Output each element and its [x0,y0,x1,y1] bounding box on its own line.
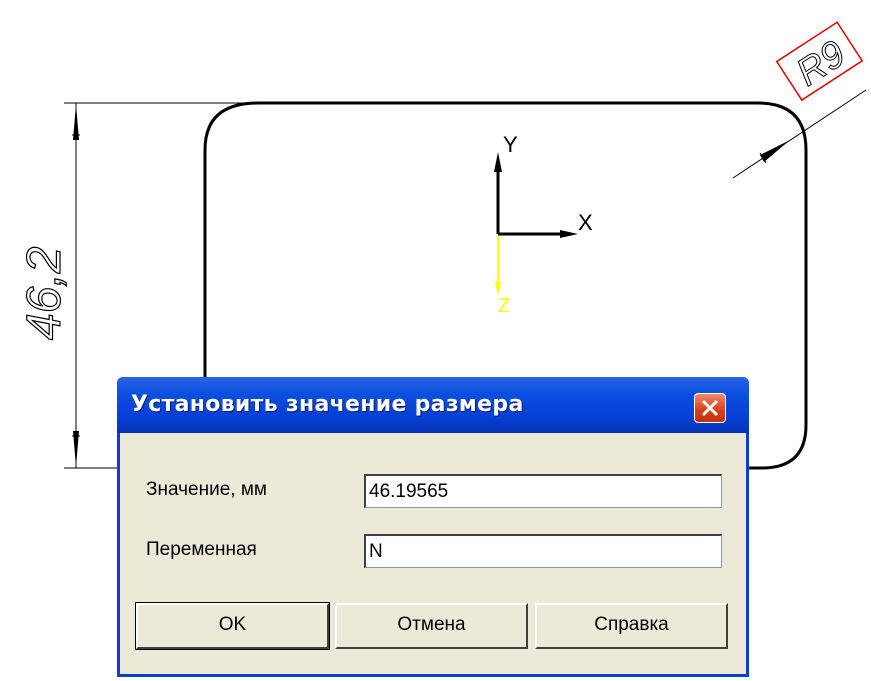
variable-label: Переменная [146,539,257,560]
value-label: Значение, мм [146,479,267,500]
radius-label-text: R9 [789,33,853,95]
dialog-title: Установить значение размера [131,392,524,417]
cancel-button[interactable]: Отмена [335,603,528,649]
ok-button[interactable]: OK [135,602,330,650]
dimension-value-text: 46,2 [18,247,71,340]
dialog-titlebar[interactable]: Установить значение размера [117,377,749,433]
coordinate-axes-icon [494,152,578,296]
value-field[interactable]: 46.19565 [364,474,722,508]
variable-field[interactable]: N [364,534,722,568]
close-button[interactable] [694,393,726,423]
y-axis-label: Y [503,132,518,157]
z-axis-label: Z [498,295,510,317]
help-button[interactable]: Справка [535,603,728,649]
radius-dimension[interactable]: R9 [732,21,867,179]
close-icon [701,399,719,417]
x-axis-label: X [578,210,593,235]
